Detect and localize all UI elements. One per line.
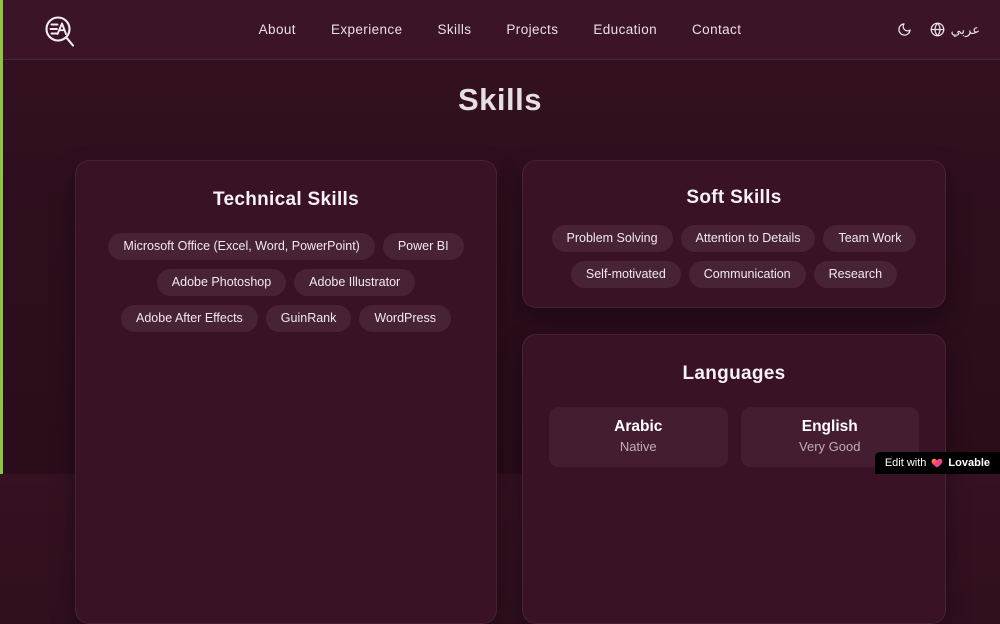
lovable-heart-icon [932, 458, 943, 468]
main-nav: About Experience Skills Projects Education Co… [259, 22, 742, 37]
skill-pill: Problem Solving [551, 225, 673, 252]
language-item: Arabic Native [549, 407, 728, 467]
nav-link[interactable]: Contact [692, 22, 741, 37]
skill-pill: Self-motivated [570, 261, 681, 288]
skill-pill: Adobe Illustrator [294, 269, 416, 296]
language-toggle-button[interactable]: عربي [930, 22, 980, 38]
skill-pill: Microsoft Office (Excel, Word, PowerPoin… [108, 233, 375, 260]
languages-card: Languages Arabic Native English Very Goo… [522, 334, 946, 624]
skills-grid: Technical Skills Microsoft Office (Excel… [75, 160, 946, 624]
skill-pill: WordPress [359, 305, 451, 332]
skills-section: Skills Technical Skills Microsoft Office… [0, 60, 1000, 624]
skill-pill: Adobe After Effects [121, 305, 258, 332]
badge-prefix: Edit with [884, 457, 927, 469]
skill-pill: Research [813, 261, 898, 288]
soft-skills-title: Soft Skills [686, 187, 782, 208]
globe-icon [930, 22, 944, 37]
soft-skills-card: Soft Skills Problem Solving Attention to … [522, 160, 946, 308]
language-name: English [801, 418, 858, 435]
soft-skills-list: Problem Solving Attention to Details Team … [523, 225, 945, 312]
nav-link[interactable]: Projects [506, 22, 558, 37]
technical-skills-list: Microsoft Office (Excel, Word, PowerPoin… [76, 233, 496, 356]
nav-link[interactable]: Skills [437, 22, 471, 37]
skill-pill: Communication [688, 261, 806, 288]
nav-link[interactable]: Education [593, 22, 657, 37]
page-title: Skills [458, 82, 542, 117]
nav-link[interactable]: About [259, 22, 296, 37]
badge-brand: Lovable [948, 457, 990, 469]
skill-pill: Team Work [823, 225, 917, 252]
theme-toggle-button[interactable] [897, 22, 912, 37]
languages-title: Languages [682, 363, 786, 384]
ea-logo[interactable] [42, 14, 78, 54]
header-controls: عربي [897, 22, 980, 38]
skill-pill: Attention to Details [680, 225, 816, 252]
top-navbar: About Experience Skills Projects Education Co… [0, 0, 1000, 60]
language-level: Native [619, 439, 657, 454]
technical-skills-title: Technical Skills [213, 189, 359, 210]
nav-link[interactable]: Experience [331, 22, 403, 37]
moon-icon [897, 23, 911, 36]
right-column: Soft Skills Problem Solving Attention to … [522, 160, 946, 624]
edit-with-lovable-badge[interactable]: Edit with Lovable [874, 452, 1000, 474]
skill-pill: Power BI [382, 233, 464, 260]
skill-pill: GuinRank [265, 305, 352, 332]
language-name: Arabic [614, 418, 663, 435]
technical-skills-card: Technical Skills Microsoft Office (Excel… [75, 160, 497, 624]
skill-pill: Adobe Photoshop [156, 269, 287, 296]
language-label: عربي [950, 21, 980, 37]
window-edge-highlight [0, 0, 3, 474]
